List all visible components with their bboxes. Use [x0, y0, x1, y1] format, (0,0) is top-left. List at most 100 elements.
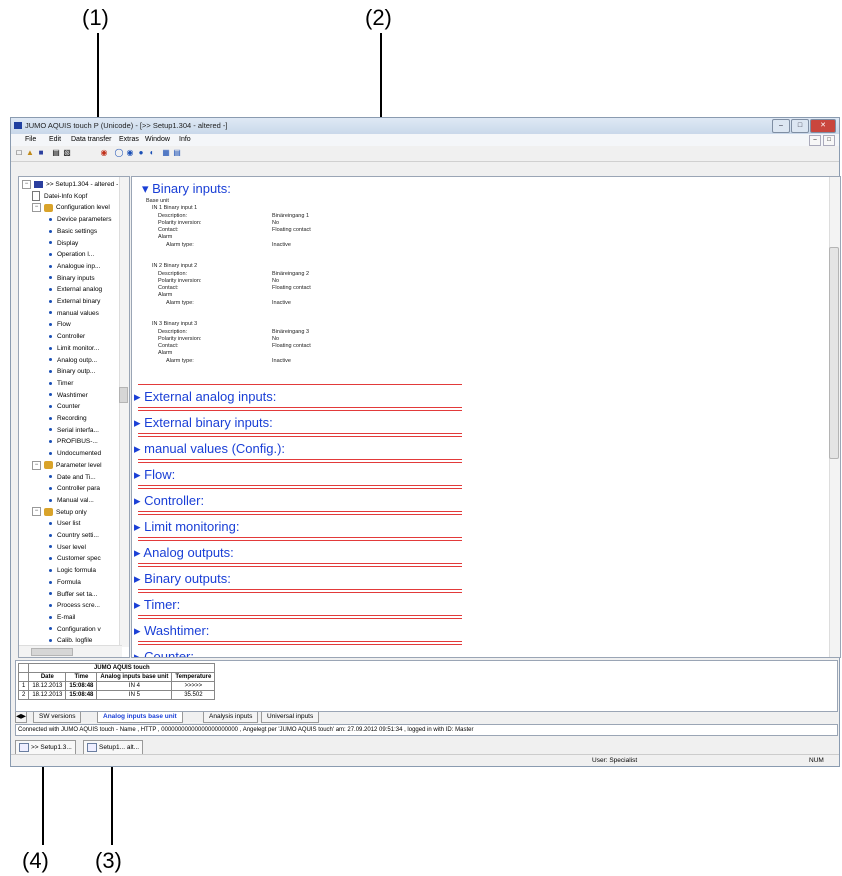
tree-item[interactable]: Flow — [49, 319, 119, 331]
section-heading[interactable]: ▸ Timer: — [134, 597, 180, 613]
tree-item[interactable]: Analogue inp... — [49, 261, 119, 273]
tab-analysis-inputs[interactable]: Analysis inputs — [203, 712, 259, 723]
tree-item[interactable]: − >> Setup1.304 - altered - — [22, 179, 119, 191]
tree-item[interactable]: Serial interfa... — [49, 425, 119, 437]
doc-tab-setup-2[interactable]: Setup1... alt... — [83, 740, 144, 755]
minimize-button[interactable]: – — [772, 119, 790, 133]
maximize-button[interactable]: □ — [791, 119, 809, 133]
bullet-icon — [49, 615, 52, 619]
tree-item[interactable]: − Setup only — [32, 507, 119, 519]
stop-icon[interactable]: ◉ — [99, 148, 109, 158]
polarity-value: No — [272, 336, 280, 342]
menu-window[interactable]: Window — [145, 136, 170, 143]
tree-item[interactable]: Manual val... — [49, 495, 119, 507]
tree-item[interactable]: Datei-Info Kopf — [32, 190, 119, 203]
collapse-icon[interactable]: − — [22, 179, 31, 189]
menu-edit[interactable]: Edit — [49, 136, 61, 143]
collapse-icon[interactable]: − — [32, 203, 41, 213]
tree-item-label: Configuration level — [56, 204, 110, 212]
alarm-type-label: Alarm type: — [166, 300, 194, 306]
menu-info[interactable]: Info — [179, 136, 191, 143]
tree-item[interactable]: E-mail — [49, 612, 119, 624]
tree-item[interactable]: Analog outp... — [49, 355, 119, 367]
tree-item[interactable]: Date and Ti... — [49, 472, 119, 484]
tree-item[interactable]: Counter — [49, 401, 119, 413]
tab-sw-versions[interactable]: SW versions — [33, 712, 82, 723]
section-heading[interactable]: ▸ Flow: — [134, 467, 175, 483]
tree-item[interactable]: Process scre... — [49, 600, 119, 612]
bullet-icon — [49, 288, 52, 292]
tree-item-label: Analogue inp... — [57, 262, 101, 270]
transfer-to-device-icon[interactable]: ◯ — [114, 148, 124, 158]
print-icon[interactable]: ▧ — [62, 148, 72, 158]
tree-item[interactable]: External binary — [49, 296, 119, 308]
tree-item[interactable]: Configuration v — [49, 624, 119, 636]
section-heading[interactable]: ▸ manual values (Config.): — [134, 441, 285, 457]
tree-item[interactable]: − Configuration level — [32, 202, 119, 214]
tree-item[interactable]: User level — [49, 542, 119, 554]
menu-data-transfer[interactable]: Data transfer — [71, 136, 111, 143]
tree-item[interactable]: Device parameters — [49, 214, 119, 226]
tree-item[interactable]: Washtimer — [49, 390, 119, 402]
tree-horizontal-scrollbar[interactable] — [19, 645, 122, 657]
section-heading[interactable]: ▸ External analog inputs: — [134, 389, 276, 405]
tree-item[interactable]: Display — [49, 238, 119, 250]
tab-universal-inputs[interactable]: Universal inputs — [261, 712, 320, 723]
tree-item[interactable]: Controller para — [49, 483, 119, 495]
section-heading[interactable]: ▸ Binary outputs: — [134, 571, 231, 587]
open-icon[interactable]: ▲ — [25, 148, 35, 158]
tree-item[interactable]: manual values — [49, 308, 119, 320]
tree-vertical-scrollbar[interactable] — [119, 177, 129, 647]
collapse-icon[interactable]: − — [32, 507, 41, 517]
tree-item[interactable]: Limit monitor... — [49, 343, 119, 355]
tree-item[interactable]: Buffer set ta... — [49, 589, 119, 601]
section-heading[interactable]: ▸ Controller: — [134, 493, 204, 509]
disconnect-icon[interactable]: ◐ — [147, 148, 157, 158]
tree-item-label: Washtimer — [57, 391, 88, 399]
tree-item[interactable]: Logic formula — [49, 565, 119, 577]
menu-file[interactable]: File — [25, 136, 36, 143]
section-heading[interactable]: ▸ Analog outputs: — [134, 545, 234, 561]
close-button[interactable]: ✕ — [810, 119, 836, 133]
tree-item[interactable]: Country setti... — [49, 530, 119, 542]
tree-item[interactable]: PROFIBUS-... — [49, 436, 119, 448]
tree-item[interactable]: External analog — [49, 284, 119, 296]
connect-icon[interactable]: ● — [136, 148, 146, 158]
print-preview-icon[interactable]: ▤ — [51, 148, 61, 158]
section-heading[interactable]: ▸ Limit monitoring: — [134, 519, 240, 535]
collapse-icon[interactable]: − — [32, 460, 41, 470]
save-icon[interactable]: ■ — [36, 148, 46, 158]
bullet-icon — [49, 229, 52, 233]
tree-item[interactable]: Operation l... — [49, 249, 119, 261]
cascade-windows-icon[interactable]: ▤ — [172, 148, 182, 158]
transfer-from-device-icon[interactable]: ◉ — [125, 148, 135, 158]
section-heading[interactable]: ▸ Washtimer: — [134, 623, 209, 639]
tree-item[interactable]: Basic settings — [49, 226, 119, 238]
tree-item[interactable]: Customer spec — [49, 553, 119, 565]
tree-item[interactable]: User list — [49, 518, 119, 530]
tree-item[interactable]: Recording — [49, 413, 119, 425]
tile-windows-icon[interactable]: ▦ — [161, 148, 171, 158]
section-heading[interactable]: ▸ Counter: — [134, 649, 194, 657]
tree-item[interactable]: Controller — [49, 331, 119, 343]
tree-item[interactable]: Undocumented — [49, 448, 119, 460]
cell-temperature: >>>>> — [171, 681, 216, 691]
menu-extras[interactable]: Extras — [119, 136, 139, 143]
main-vertical-scrollbar[interactable] — [829, 177, 840, 657]
alarm-type-value: Inactive — [272, 358, 291, 364]
tab-scroll-left-icon[interactable]: ◀▶ — [15, 712, 27, 723]
tree-item[interactable]: − Parameter level — [32, 460, 119, 472]
mdi-minimize-button[interactable]: – — [809, 135, 821, 146]
tree-item[interactable]: Timer — [49, 378, 119, 390]
mdi-restore-button[interactable]: □ — [823, 135, 835, 146]
tree-item-label: Datei-Info Kopf — [44, 192, 88, 200]
doc-tab-setup-1[interactable]: >> Setup1.3... — [15, 740, 76, 755]
binary-inputs-heading[interactable]: ▾ Binary inputs: — [142, 181, 231, 197]
tree-item-label: Device parameters — [57, 216, 112, 224]
tab-analog-inputs-base-unit[interactable]: Analog inputs base unit — [97, 712, 183, 723]
tree-item[interactable]: Formula — [49, 577, 119, 589]
section-heading[interactable]: ▸ External binary inputs: — [134, 415, 273, 431]
new-icon[interactable]: □ — [14, 148, 24, 158]
tree-item[interactable]: Binary inputs — [49, 273, 119, 285]
tree-item[interactable]: Binary outp... — [49, 366, 119, 378]
